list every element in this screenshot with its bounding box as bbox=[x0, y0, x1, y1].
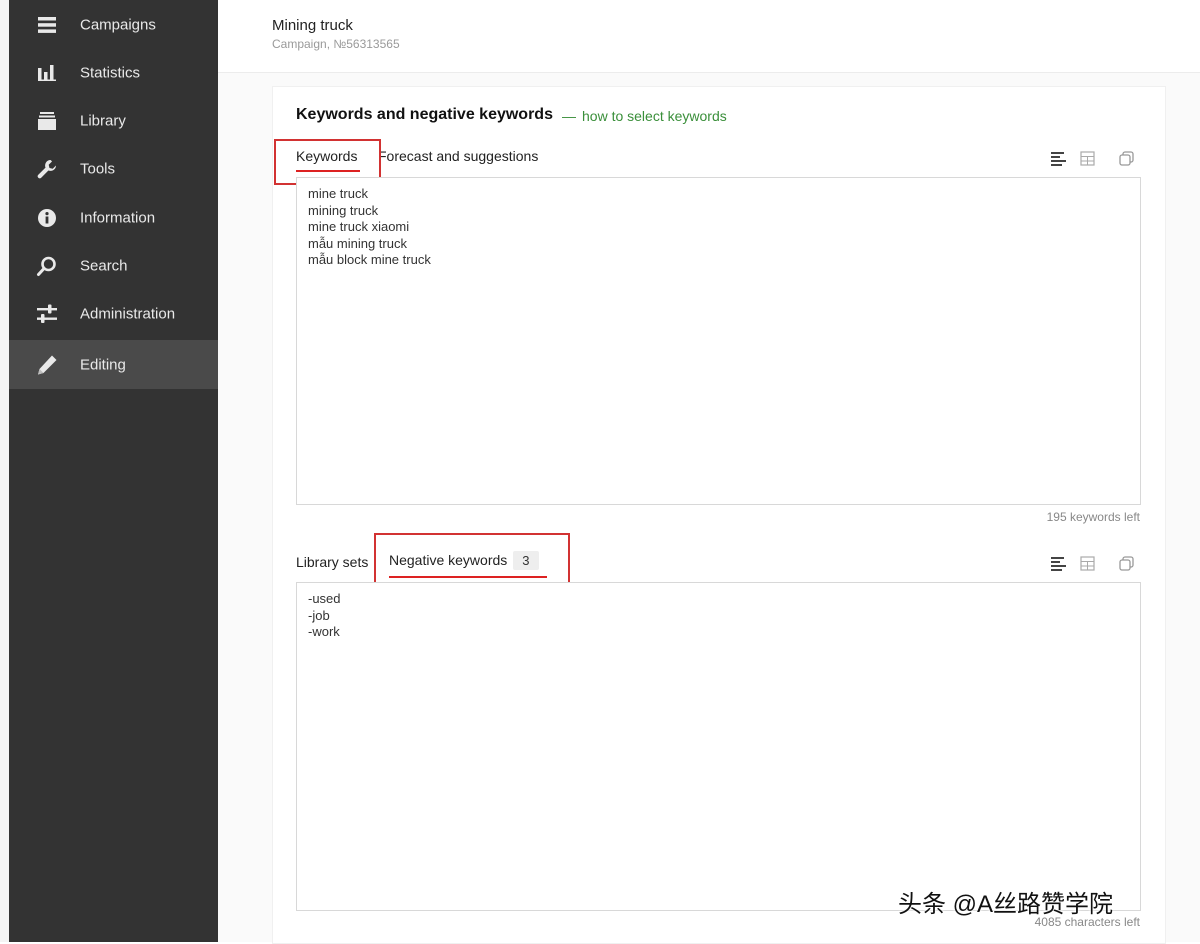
align-text-icon[interactable] bbox=[1050, 555, 1068, 573]
negative-keyword-line: -used bbox=[308, 591, 341, 606]
grid-view-icon[interactable] bbox=[1079, 555, 1097, 573]
keyword-line: mẫu mining truck bbox=[308, 235, 407, 251]
copy-icon[interactable] bbox=[1118, 150, 1136, 168]
sidebar-item-label: Statistics bbox=[80, 64, 141, 82]
menu-icon bbox=[35, 13, 59, 37]
keywords-textarea[interactable]: mine truck mining truck mine truck xiaom… bbox=[296, 177, 1141, 505]
keyword-line: mining truck bbox=[308, 202, 379, 218]
sidebar-item-administration[interactable]: Administration bbox=[9, 290, 218, 338]
link-text: how to select keywords bbox=[582, 108, 727, 124]
sidebar-item-editing[interactable]: Editing bbox=[9, 340, 218, 389]
sliders-icon bbox=[35, 302, 59, 326]
search-icon bbox=[35, 254, 59, 278]
sidebar-item-search[interactable]: Search bbox=[9, 242, 218, 290]
dash-separator: — bbox=[562, 108, 576, 124]
campaign-name: Mining truck bbox=[272, 17, 353, 34]
sidebar-item-label: Administration bbox=[80, 305, 176, 323]
keywords-left-counter: 195 keywords left bbox=[1046, 510, 1140, 524]
campaign-header: Mining truck Campaign, №56313565 bbox=[218, 0, 1200, 73]
negative-keyword-line: -work bbox=[308, 624, 340, 639]
window-edge bbox=[0, 0, 9, 942]
keyword-line: mine truck xiaomi bbox=[308, 219, 410, 234]
tab-forecast-and-suggestions[interactable]: Forecast and suggestions bbox=[378, 148, 538, 164]
sidebar-item-label: Editing bbox=[80, 356, 126, 373]
negative-keywords-textarea[interactable]: -used -job -work bbox=[296, 582, 1141, 911]
how-to-select-keywords-link[interactable]: — how to select keywords bbox=[562, 108, 727, 124]
sidebar-item-label: Library bbox=[80, 112, 126, 130]
sidebar-item-label: Campaigns bbox=[80, 16, 156, 34]
copy-icon[interactable] bbox=[1118, 555, 1136, 573]
sidebar-item-statistics[interactable]: Statistics bbox=[9, 49, 218, 97]
sidebar: Campaigns Statistics Library Tools Infor… bbox=[9, 0, 218, 942]
sidebar-item-library[interactable]: Library bbox=[9, 97, 218, 145]
library-icon bbox=[35, 109, 59, 133]
watermark: 头条 @A丝路赞学院 bbox=[898, 891, 1114, 918]
negative-keyword-line: -job bbox=[308, 607, 330, 623]
tab-library-sets[interactable]: Library sets bbox=[296, 554, 368, 570]
sidebar-item-label: Search bbox=[80, 257, 128, 275]
keyword-line: mẫu block mine truck bbox=[308, 252, 431, 267]
pencil-icon bbox=[35, 353, 59, 377]
info-icon bbox=[35, 206, 59, 230]
align-text-icon[interactable] bbox=[1050, 150, 1068, 168]
sidebar-item-label: Tools bbox=[80, 160, 116, 178]
sidebar-item-information[interactable]: Information bbox=[9, 194, 218, 242]
sidebar-item-campaigns[interactable]: Campaigns bbox=[9, 1, 218, 49]
sidebar-item-label: Information bbox=[80, 209, 156, 227]
wrench-icon bbox=[35, 157, 59, 181]
sidebar-item-tools[interactable]: Tools bbox=[9, 145, 218, 193]
section-title: Keywords and negative keywords bbox=[296, 106, 553, 123]
bar-chart-icon bbox=[35, 61, 59, 85]
campaign-id: Campaign, №56313565 bbox=[272, 37, 400, 51]
keyword-line: mine truck bbox=[308, 186, 368, 201]
grid-view-icon[interactable] bbox=[1079, 150, 1097, 168]
